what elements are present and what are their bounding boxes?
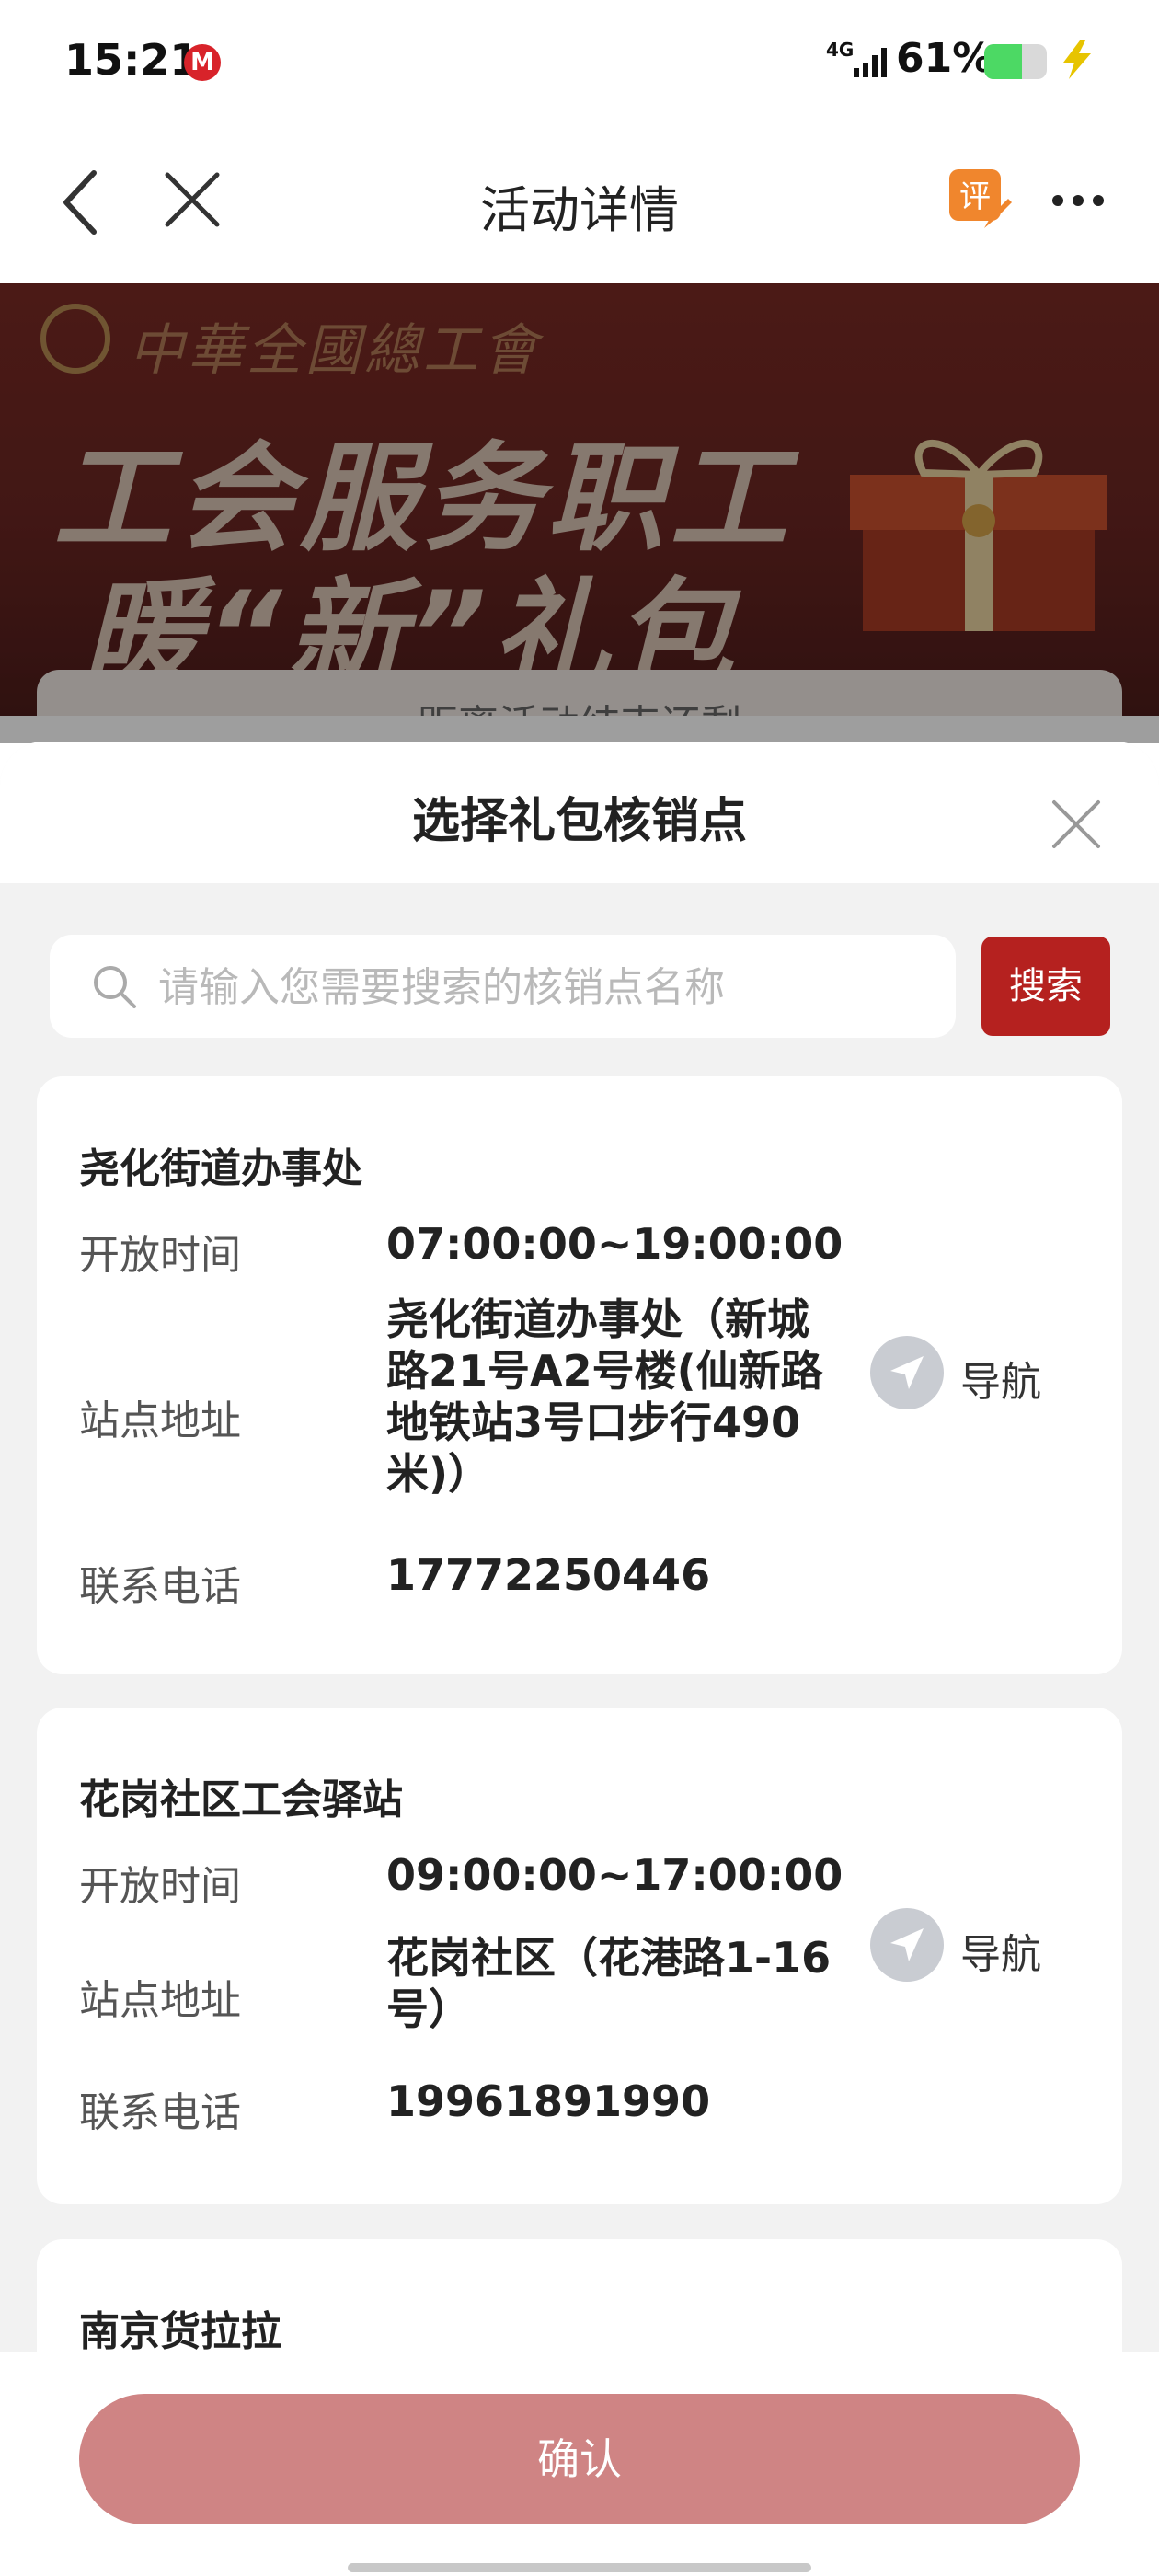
status-bar: 15:21 M 4G 61% — [0, 0, 1159, 129]
signal-icon — [854, 48, 887, 77]
station-name: 花岗社区工会驿站 — [79, 1777, 403, 1823]
navigate-arrow-icon — [890, 1356, 924, 1389]
address-line: 花岗社区（花港路1-16 — [386, 1933, 832, 1983]
search-icon — [94, 966, 136, 1008]
phone-label: 联系电话 — [79, 2089, 241, 2136]
bank-app-icon: M — [184, 44, 221, 81]
station-phone: 19961891990 — [386, 2076, 711, 2126]
overlay-dim[interactable] — [0, 283, 1159, 743]
search-input[interactable] — [156, 957, 933, 1018]
address-line: 路21号A2号楼(仙新路 — [386, 1346, 823, 1396]
battery-icon — [984, 44, 1047, 79]
nav-bar: 活动详情 评 — [0, 129, 1159, 283]
network-type: 4G — [826, 39, 855, 61]
station-name: 南京货拉拉 — [79, 2308, 281, 2355]
navigate-label: 导航 — [960, 1359, 1041, 1406]
battery-percent: 61% — [896, 35, 993, 82]
sheet-title: 选择礼包核销点 — [411, 794, 747, 849]
rate-label: 评 — [959, 178, 991, 215]
status-time: 15:21 — [64, 35, 200, 85]
home-indicator[interactable] — [348, 2563, 811, 2572]
navigate-circle — [870, 1908, 944, 1982]
phone-label: 联系电话 — [79, 1563, 241, 1610]
more-icon[interactable] — [1050, 190, 1106, 212]
station-hours: 09:00:00~17:00:00 — [386, 1850, 843, 1900]
address-line: 尧化街道办事处（新城 — [386, 1294, 809, 1344]
navigate-button[interactable]: 导航 — [870, 1908, 1063, 1985]
address-label: 站点地址 — [79, 1977, 241, 2024]
station-address: 尧化街道办事处（新城 路21号A2号楼(仙新路 地铁站3号口步行490 米)） — [386, 1294, 865, 1500]
navigate-circle — [870, 1336, 944, 1409]
search-button[interactable]: 搜索 — [981, 937, 1110, 1036]
search-box — [50, 935, 956, 1038]
station-phone: 17772250446 — [386, 1550, 711, 1600]
station-picker-sheet: 选择礼包核销点 搜索 尧化街道办事处 开放时间 07:00:00~19:00:0… — [0, 742, 1159, 2576]
address-line: 米)） — [386, 1449, 491, 1499]
station-hours: 07:00:00~19:00:00 — [386, 1219, 843, 1269]
navigate-label: 导航 — [960, 1931, 1041, 1978]
station-name: 尧化街道办事处 — [79, 1145, 362, 1192]
station-card[interactable]: 花岗社区工会驿站 开放时间 09:00:00~17:00:00 站点地址 花岗社… — [37, 1708, 1122, 2204]
address-line: 地铁站3号口步行490 — [386, 1397, 801, 1447]
charging-icon — [1063, 40, 1091, 79]
confirm-button[interactable]: 确认 — [79, 2394, 1080, 2524]
navigate-button[interactable]: 导航 — [870, 1336, 1063, 1413]
battery-fill — [984, 44, 1023, 79]
address-label: 站点地址 — [79, 1397, 241, 1444]
hours-label: 开放时间 — [79, 1863, 241, 1910]
sheet-header: 选择礼包核销点 — [0, 742, 1159, 883]
close-icon[interactable] — [1049, 797, 1104, 852]
navigate-arrow-icon — [890, 1928, 924, 1961]
hours-label: 开放时间 — [79, 1232, 241, 1279]
rate-icon[interactable]: 评 — [947, 167, 1012, 232]
station-address: 花岗社区（花港路1-16 号） — [386, 1932, 865, 2035]
footer-bar: 确认 — [0, 2352, 1159, 2576]
address-line: 号） — [386, 1984, 471, 2034]
station-card[interactable]: 尧化街道办事处 开放时间 07:00:00~19:00:00 站点地址 尧化街道… — [37, 1076, 1122, 1674]
